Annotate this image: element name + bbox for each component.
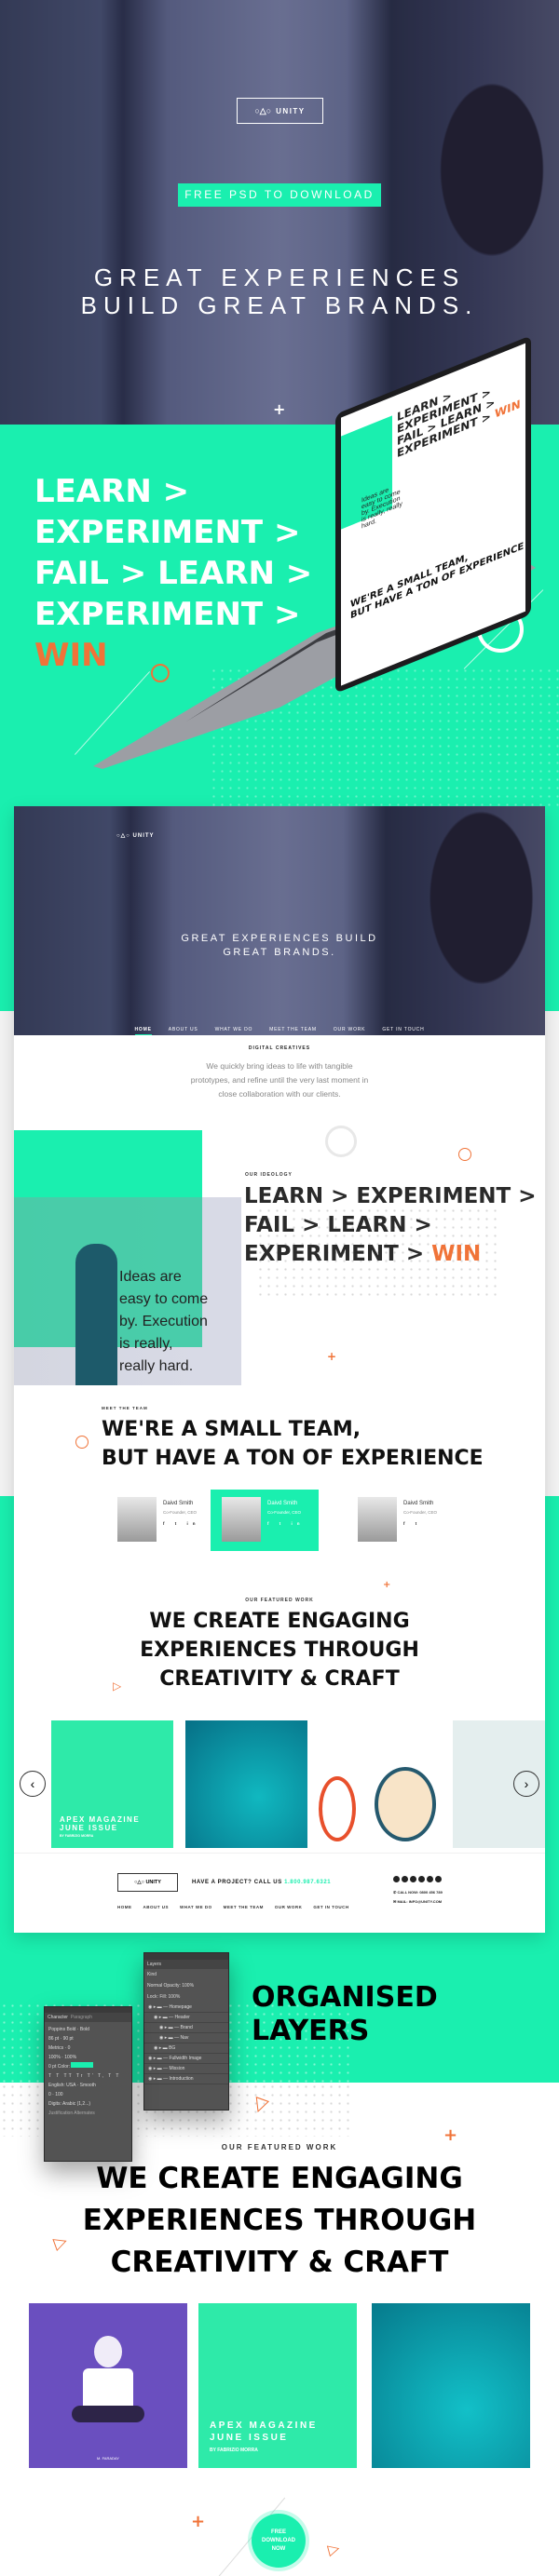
footer-nav-item[interactable]: GET IN TOUCH: [313, 1905, 348, 1909]
free-download-badge[interactable]: FREE DOWNLOAD NOW: [252, 2514, 306, 2568]
layer-row[interactable]: ◉ ▸ ▬ — Header: [144, 2013, 228, 2023]
nav-about[interactable]: ABOUT US: [169, 1027, 198, 1032]
nav-contact[interactable]: GET IN TOUCH: [382, 1027, 424, 1032]
social-icons[interactable]: f t in: [163, 1521, 200, 1526]
layer-row[interactable]: ◉ ▸ ▬ — Homepage: [144, 2003, 228, 2013]
eye-icon[interactable]: ◉: [159, 2035, 163, 2041]
eye-icon[interactable]: ◉: [148, 2004, 152, 2010]
footer-nav: HOME ABOUT US WHAT WE DO MEET THE TEAM OUR W…: [117, 1905, 349, 1909]
footer-nav-item[interactable]: HOME: [117, 1905, 132, 1909]
website-mockup: ○△○ UNITY GREAT EXPERIENCES BUILD GREAT B…: [14, 806, 545, 1933]
circle-triangle-circle-icon: ○△○: [254, 105, 272, 115]
ideology-heading: LEARN > EXPERIMENT > FAIL > LEARN > EXPER…: [244, 1184, 537, 1266]
ideology-quote: Ideas are easy to come by. Execution is rea…: [119, 1269, 209, 1374]
nav-home[interactable]: HOME: [134, 1027, 152, 1035]
avatar: [117, 1497, 157, 1542]
carousel-prev-button[interactable]: ‹: [20, 1771, 46, 1797]
footer-logo[interactable]: ○△○ UNITY: [117, 1873, 178, 1892]
work-tile-apex[interactable]: APEX MAGAZINE JUNE ISSUE BY FABRIZIO MORR…: [51, 1720, 173, 1848]
logo[interactable]: ○△○ UNITY: [237, 98, 323, 124]
mockup-nav: HOME ABOUT US WHAT WE DO MEET THE TEAM OUR W…: [14, 1027, 545, 1035]
orange-circle: [458, 1148, 471, 1161]
social-icon[interactable]: [402, 1876, 408, 1882]
work-tile-bicycle[interactable]: [319, 1720, 438, 1848]
avatar: [222, 1497, 261, 1542]
hero-headline: GREAT EXPERIENCES BUILD GREAT BRANDS.: [80, 263, 479, 319]
footer-social: [393, 1876, 442, 1882]
footer-nav-item[interactable]: MEET THE TEAM: [224, 1905, 264, 1909]
eye-icon[interactable]: ◉: [159, 2025, 163, 2030]
layer-row[interactable]: ◉ ▸ ▬ — Fullwidth Image: [144, 2054, 228, 2064]
featured-tile-faraday[interactable]: M. FARADAY: [29, 2303, 187, 2468]
layer-row[interactable]: ◉ ▸ ▬ BG: [144, 2043, 228, 2054]
social-icon[interactable]: [418, 1876, 425, 1882]
eye-icon[interactable]: ◉: [154, 2045, 157, 2051]
footer-nav-item[interactable]: WHAT WE DO: [180, 1905, 212, 1909]
layer-row[interactable]: ◉ ▸ ▬ — Nav: [144, 2033, 228, 2043]
footer-nav-item[interactable]: ABOUT US: [143, 1905, 170, 1909]
layer-row[interactable]: ◉ ▸ ▬ — Mission: [144, 2064, 228, 2074]
eye-icon[interactable]: ◉: [148, 2066, 152, 2071]
plus-icon: +: [191, 2512, 206, 2531]
featured-label: OUR FEATURED WORK: [221, 2143, 338, 2151]
work-tile-machine[interactable]: [185, 1720, 307, 1848]
footer-nav-item[interactable]: OUR WORK: [275, 1905, 303, 1909]
avatar: [358, 1497, 397, 1542]
carousel-next-button[interactable]: ›: [513, 1771, 539, 1797]
intro-text: We quickly bring ideas to life with tang…: [190, 1061, 369, 1099]
social-icon[interactable]: [435, 1876, 442, 1882]
featured-tile-machine[interactable]: [372, 2303, 530, 2468]
person-figure: [75, 1244, 117, 1385]
footer-mail[interactable]: MAIL: INFO@UNITY.COM: [397, 1899, 442, 1904]
color-swatch[interactable]: [71, 2062, 94, 2068]
character-panel: Character Paragraph Poppins Bold · Bold …: [44, 2006, 132, 2162]
layer-row[interactable]: ◉ ▸ ▬ — Introduction: [144, 2074, 228, 2084]
plus-icon: +: [443, 2125, 458, 2145]
eye-icon[interactable]: ◉: [154, 2015, 157, 2020]
mockup-headline: GREAT EXPERIENCES BUILD GREAT BRANDS.: [181, 933, 378, 958]
footer-phone[interactable]: 1.800.987.6321: [284, 1880, 331, 1885]
social-icon[interactable]: [393, 1876, 400, 1882]
team-member-card[interactable]: Daivd Smith Co-Founder, CEO f t: [358, 1497, 470, 1544]
mockup-logo[interactable]: ○△○ UNITY: [116, 832, 559, 839]
work-heading: WE CREATE ENGAGING EXPERIENCES THROUGH CRE…: [140, 1610, 419, 1691]
social-icons[interactable]: f t: [403, 1521, 421, 1526]
featured-heading: WE CREATE ENGAGING EXPERIENCES THROUGH CRE…: [82, 2162, 477, 2279]
download-button[interactable]: FREE PSD TO DOWNLOAD: [178, 183, 381, 207]
nav-team[interactable]: MEET THE TEAM: [269, 1027, 317, 1032]
intro-label: DIGITAL CREATIVES: [248, 1045, 311, 1051]
featured-tile-apex[interactable]: APEX MAGAZINE JUNE ISSUE BY FABRIZIO MORR…: [198, 2303, 357, 2468]
layer-row[interactable]: ◉ ▸ ▬ — Brand: [144, 2023, 228, 2033]
eye-icon[interactable]: ◉: [148, 2056, 152, 2061]
nav-work[interactable]: OUR WORK: [334, 1027, 365, 1032]
team-heading: WE'RE A SMALL TEAM, BUT HAVE A TON OF EXP…: [102, 1418, 484, 1470]
eye-icon[interactable]: ◉: [148, 2076, 152, 2082]
social-icon[interactable]: [427, 1876, 433, 1882]
nav-what-we-do[interactable]: WHAT WE DO: [215, 1027, 253, 1032]
team-member-card[interactable]: Daivd Smith Co-Founder, CEO f t in: [211, 1490, 319, 1551]
social-icon[interactable]: [410, 1876, 416, 1882]
mockup-hero: ○△○ UNITY GREAT EXPERIENCES BUILD GREAT B…: [14, 806, 545, 1035]
social-icons[interactable]: f t in: [267, 1521, 305, 1526]
layers-heading: ORGANISED LAYERS: [252, 1981, 438, 2047]
layers-panel: Layers Kind Normal Opacity: 100% Lock: F…: [143, 1952, 229, 2111]
plus-icon: +: [327, 1350, 337, 1363]
